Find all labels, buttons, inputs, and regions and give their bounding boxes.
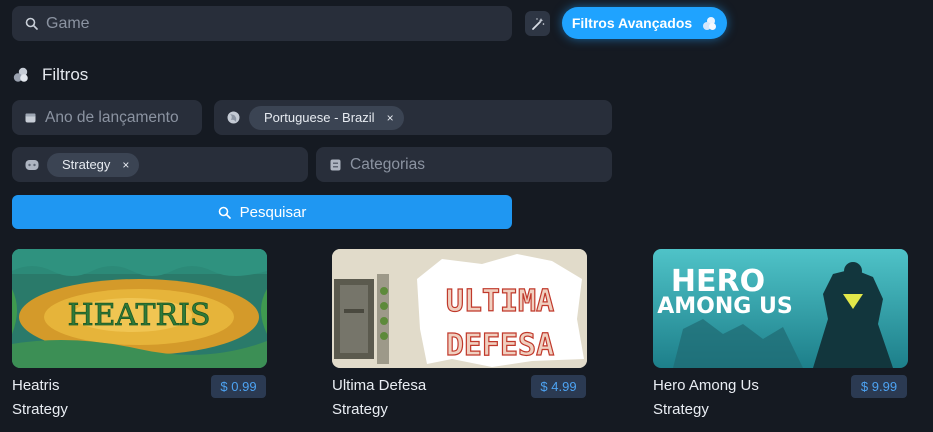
search-submit-label: Pesquisar bbox=[239, 203, 307, 221]
release-year-select[interactable]: Ano de lançamento bbox=[12, 100, 202, 135]
ultima-defesa-cover-art: ULTIMA DEFESA bbox=[332, 249, 587, 368]
game-card-image[interactable]: HEATRIS bbox=[12, 249, 267, 368]
game-search-input[interactable]: Game bbox=[12, 6, 512, 41]
calendar-icon bbox=[25, 112, 36, 123]
search-icon bbox=[218, 206, 231, 219]
game-title[interactable]: Heatris bbox=[12, 377, 60, 394]
language-chip[interactable]: Portuguese - Brazil × bbox=[249, 105, 404, 130]
heatris-cover-art: HEATRIS bbox=[12, 249, 267, 368]
game-price-badge: $ 4.99 bbox=[531, 375, 586, 398]
game-genre: Strategy bbox=[12, 401, 68, 418]
ultima-cover-title-line2: DEFESA bbox=[446, 328, 554, 363]
search-submit-button[interactable]: Pesquisar bbox=[12, 195, 512, 229]
magic-wand-icon bbox=[531, 17, 545, 31]
game-price-badge: $ 0.99 bbox=[211, 375, 266, 398]
game-genre: Strategy bbox=[332, 401, 388, 418]
advanced-filters-button[interactable]: Filtros Avançados bbox=[562, 7, 727, 39]
game-card-image[interactable]: ULTIMA DEFESA bbox=[332, 249, 587, 368]
language-select[interactable]: Portuguese - Brazil × bbox=[214, 100, 612, 135]
filters-header: Filtros bbox=[13, 64, 88, 86]
heatris-cover-title: HEATRIS bbox=[67, 298, 210, 333]
search-placeholder: Game bbox=[46, 14, 90, 32]
game-card-image[interactable]: HERO AMONG US bbox=[653, 249, 908, 368]
genre-select[interactable]: Strategy × bbox=[12, 147, 308, 182]
gamepad-icon bbox=[25, 159, 39, 171]
filter-balls-icon bbox=[702, 16, 717, 31]
language-chip-label: Portuguese - Brazil bbox=[264, 110, 375, 125]
game-genre: Strategy bbox=[653, 401, 709, 418]
advanced-filters-label: Filtros Avançados bbox=[571, 15, 693, 31]
game-title[interactable]: Hero Among Us bbox=[653, 377, 759, 394]
hero-among-us-cover-art: HERO AMONG US bbox=[653, 249, 908, 368]
categories-placeholder: Categorias bbox=[350, 155, 425, 173]
release-year-placeholder: Ano de lançamento bbox=[45, 108, 179, 126]
search-icon bbox=[24, 17, 38, 31]
magic-wand-button[interactable] bbox=[525, 11, 550, 36]
genre-chip-label: Strategy bbox=[62, 157, 111, 172]
filter-balls-icon bbox=[13, 67, 29, 83]
category-icon bbox=[330, 159, 341, 171]
remove-language-chip-button[interactable]: × bbox=[387, 111, 394, 125]
categories-select[interactable]: Categorias bbox=[316, 147, 612, 182]
globe-icon bbox=[227, 111, 240, 124]
genre-chip[interactable]: Strategy × bbox=[47, 152, 140, 177]
game-price-badge: $ 9.99 bbox=[851, 375, 907, 398]
hero-cover-title-line2: AMONG US bbox=[657, 294, 792, 319]
filters-title: Filtros bbox=[42, 65, 89, 84]
ultima-cover-title-line1: ULTIMA bbox=[446, 284, 554, 319]
remove-genre-chip-button[interactable]: × bbox=[122, 158, 129, 172]
game-title[interactable]: Ultima Defesa bbox=[332, 377, 426, 394]
